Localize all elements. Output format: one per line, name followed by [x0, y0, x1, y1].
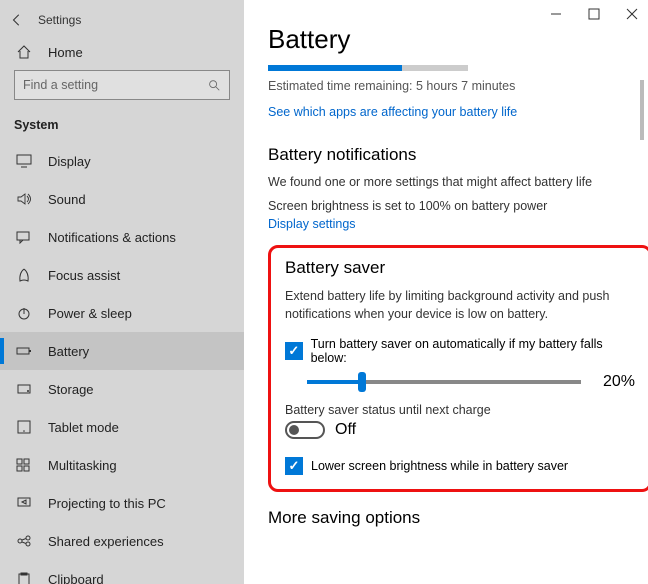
maximize-icon[interactable] [588, 8, 600, 20]
apps-affecting-link[interactable]: See which apps are affecting your batter… [268, 105, 517, 119]
lower-brightness-row: ✓ Lower screen brightness while in batte… [285, 457, 635, 475]
shared-icon [14, 534, 34, 548]
saver-description: Extend battery life by limiting backgrou… [285, 288, 635, 323]
battery-bar-fill [268, 65, 402, 71]
home-icon [14, 44, 34, 60]
main-content: Battery Estimated time remaining: 5 hour… [244, 0, 648, 584]
battery-bar [268, 65, 468, 71]
search-wrap: Find a setting [0, 70, 244, 108]
focus-assist-icon [14, 268, 34, 282]
sidebar-item-battery[interactable]: Battery [0, 332, 244, 370]
toggle-dot [289, 425, 299, 435]
status-value: Off [335, 421, 356, 439]
slider-knob[interactable] [358, 372, 366, 392]
lower-brightness-label: Lower screen brightness while in battery… [311, 459, 568, 473]
clipboard-icon [14, 572, 34, 584]
auto-saver-row: ✓ Turn battery saver on automatically if… [285, 337, 635, 365]
sidebar-item-projecting[interactable]: Projecting to this PC [0, 484, 244, 522]
scrollbar-thumb[interactable] [640, 80, 644, 140]
close-icon[interactable] [626, 8, 638, 20]
threshold-slider-row: 20% [285, 373, 635, 391]
sidebar-item-notifications[interactable]: Notifications & actions [0, 218, 244, 256]
category-heading: System [0, 108, 244, 142]
sidebar-item-storage[interactable]: Storage [0, 370, 244, 408]
search-input[interactable]: Find a setting [14, 70, 230, 100]
projecting-icon [14, 496, 34, 510]
threshold-slider[interactable] [307, 380, 581, 384]
status-toggle-row: Off [285, 421, 635, 439]
window-title: Settings [38, 13, 81, 27]
sidebar-item-tablet-mode[interactable]: Tablet mode [0, 408, 244, 446]
notifications-icon [14, 230, 34, 244]
storage-icon [14, 382, 34, 396]
saver-heading: Battery saver [285, 258, 635, 278]
back-icon[interactable] [10, 13, 32, 27]
notifications-heading: Battery notifications [268, 145, 632, 165]
tablet-icon [14, 420, 34, 434]
brightness-note: Screen brightness is set to 100% on batt… [268, 199, 632, 213]
main-scrollbar[interactable] [640, 80, 644, 574]
sidebar-item-clipboard[interactable]: Clipboard [0, 560, 244, 584]
sound-icon [14, 192, 34, 206]
notifications-found-text: We found one or more settings that might… [268, 175, 632, 189]
sidebar-item-focus-assist[interactable]: Focus assist [0, 256, 244, 294]
window-controls [550, 8, 638, 20]
sidebar-item-multitasking[interactable]: Multitasking [0, 446, 244, 484]
sidebar-item-power-sleep[interactable]: Power & sleep [0, 294, 244, 332]
status-toggle[interactable] [285, 421, 325, 439]
battery-saver-section: Battery saver Extend battery life by lim… [268, 245, 648, 492]
sidebar-item-shared[interactable]: Shared experiences [0, 522, 244, 560]
battery-icon [14, 344, 34, 358]
slider-fill [307, 380, 362, 384]
display-settings-link[interactable]: Display settings [268, 217, 356, 231]
nav-list: Display Sound Notifications & actions Fo… [0, 142, 244, 584]
settings-window: Settings Home Find a setting System Disp… [0, 0, 648, 584]
power-icon [14, 306, 34, 320]
estimated-time: Estimated time remaining: 5 hours 7 minu… [268, 79, 632, 93]
auto-saver-checkbox[interactable]: ✓ [285, 342, 303, 360]
search-icon [207, 78, 221, 92]
sidebar-item-display[interactable]: Display [0, 142, 244, 180]
page-title: Battery [268, 24, 632, 55]
home-label: Home [48, 45, 83, 60]
sidebar: Settings Home Find a setting System Disp… [0, 0, 244, 584]
search-placeholder: Find a setting [23, 78, 98, 92]
display-icon [14, 154, 34, 168]
auto-saver-label: Turn battery saver on automatically if m… [311, 337, 635, 365]
sidebar-item-sound[interactable]: Sound [0, 180, 244, 218]
more-saving-heading: More saving options [268, 508, 632, 528]
lower-brightness-checkbox[interactable]: ✓ [285, 457, 303, 475]
minimize-icon[interactable] [550, 8, 562, 20]
titlebar: Settings [0, 6, 244, 34]
threshold-value: 20% [595, 373, 635, 391]
sidebar-item-home[interactable]: Home [0, 34, 244, 70]
status-label: Battery saver status until next charge [285, 403, 635, 417]
multitasking-icon [14, 458, 34, 472]
